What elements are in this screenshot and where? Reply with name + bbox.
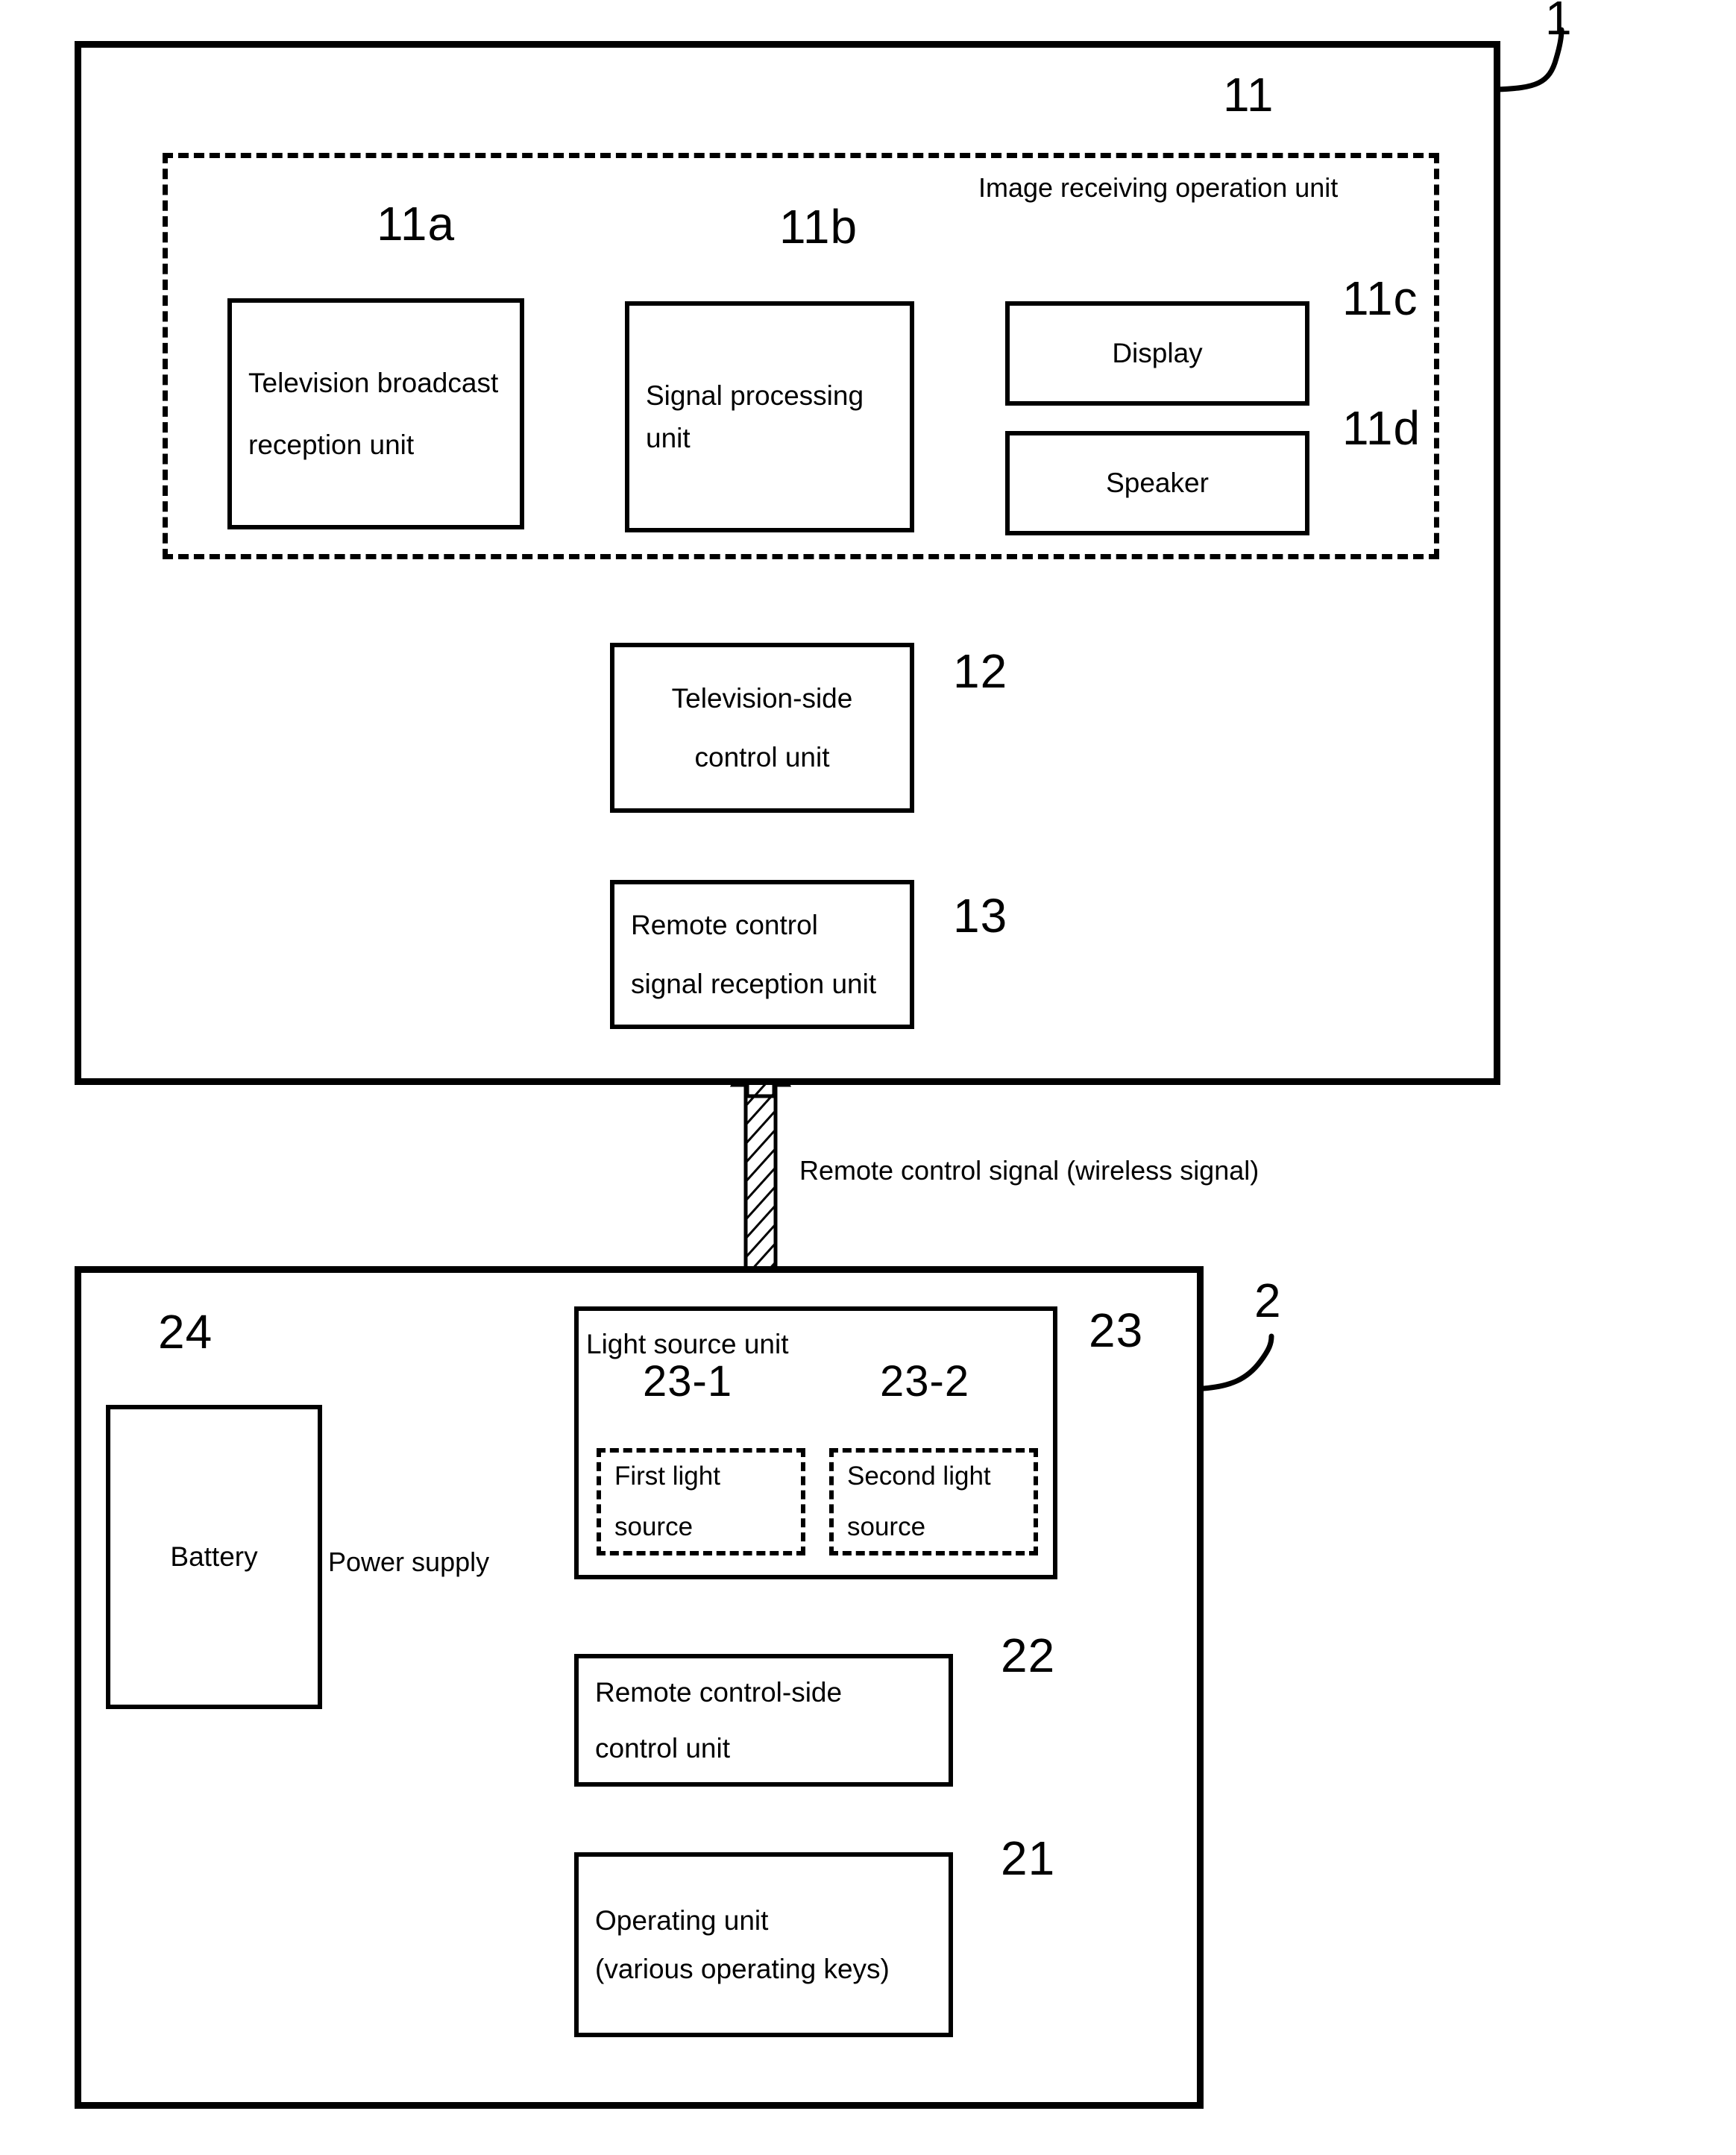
- ref-number-23-2: 23-2: [880, 1357, 970, 1406]
- figure-canvas: 1 Image receiving operation unit 11 Tele…: [0, 0, 1736, 2155]
- speaker-unit[interactable]: Speaker: [1005, 431, 1309, 535]
- ref-number-21: 21: [1001, 1831, 1056, 1885]
- ref-number-11c: 11c: [1342, 271, 1418, 325]
- television-broadcast-reception-unit[interactable]: Television broadcast reception unit: [227, 298, 524, 529]
- rc-side-control-line2: control unit: [595, 1733, 730, 1764]
- tv-broadcast-reception-line2: reception unit: [248, 430, 415, 460]
- ref-number-24: 24: [158, 1305, 213, 1359]
- first-light-source-line1: First light: [614, 1461, 720, 1491]
- display-unit-label: Display: [1112, 338, 1203, 369]
- rc-side-control-line1: Remote control-side: [595, 1676, 843, 1708]
- ref-number-13: 13: [953, 889, 1008, 943]
- image-receiving-operation-unit-label: Image receiving operation unit: [978, 172, 1339, 203]
- rc-signal-reception-line1: Remote control: [631, 909, 818, 940]
- first-light-source[interactable]: First light source: [597, 1448, 805, 1555]
- operating-unit-line1: Operating unit: [595, 1904, 769, 1936]
- tv-side-control-line2: control unit: [694, 742, 830, 773]
- second-light-source[interactable]: Second light source: [829, 1448, 1038, 1555]
- tv-side-control-line1: Television-side: [671, 682, 853, 714]
- tv-broadcast-reception-line1: Television broadcast: [248, 367, 499, 398]
- rc-signal-reception-line2: signal reception unit: [631, 969, 877, 999]
- ref-number-television: 1: [1545, 0, 1573, 45]
- remote-control-signal-reception-unit[interactable]: Remote control signal reception unit: [610, 880, 914, 1029]
- signal-processing-unit[interactable]: Signal processing unit: [625, 301, 914, 532]
- power-supply-label: Power supply: [328, 1547, 490, 1577]
- first-light-source-line2: source: [614, 1512, 694, 1541]
- ref-number-11b: 11b: [779, 200, 858, 254]
- display-unit[interactable]: Display: [1005, 301, 1309, 406]
- battery-label: Battery: [170, 1541, 258, 1573]
- ref-number-remote: 2: [1254, 1274, 1282, 1327]
- battery-unit[interactable]: Battery: [106, 1405, 322, 1709]
- remote-control-side-control-unit[interactable]: Remote control-side control unit: [574, 1654, 953, 1787]
- operating-unit-line2: (various operating keys): [595, 1954, 890, 1984]
- ref-number-23-1: 23-1: [643, 1357, 733, 1406]
- ref-number-22: 22: [1001, 1629, 1056, 1682]
- ref-number-11d: 11d: [1342, 401, 1421, 455]
- second-light-source-line2: source: [847, 1512, 926, 1541]
- second-light-source-line1: Second light: [847, 1461, 991, 1491]
- ref-number-12: 12: [953, 644, 1008, 698]
- speaker-unit-label: Speaker: [1106, 468, 1209, 499]
- ref-number-image-receiving-unit: 11: [1223, 68, 1274, 122]
- operating-unit[interactable]: Operating unit (various operating keys): [574, 1852, 953, 2037]
- television-side-control-unit[interactable]: Television-side control unit: [610, 643, 914, 813]
- wireless-signal-caption: Remote control signal (wireless signal): [799, 1155, 1259, 1186]
- signal-processing-unit-label: Signal processing unit: [646, 380, 864, 453]
- ref-number-23: 23: [1089, 1303, 1144, 1357]
- ref-number-11a: 11a: [377, 197, 456, 251]
